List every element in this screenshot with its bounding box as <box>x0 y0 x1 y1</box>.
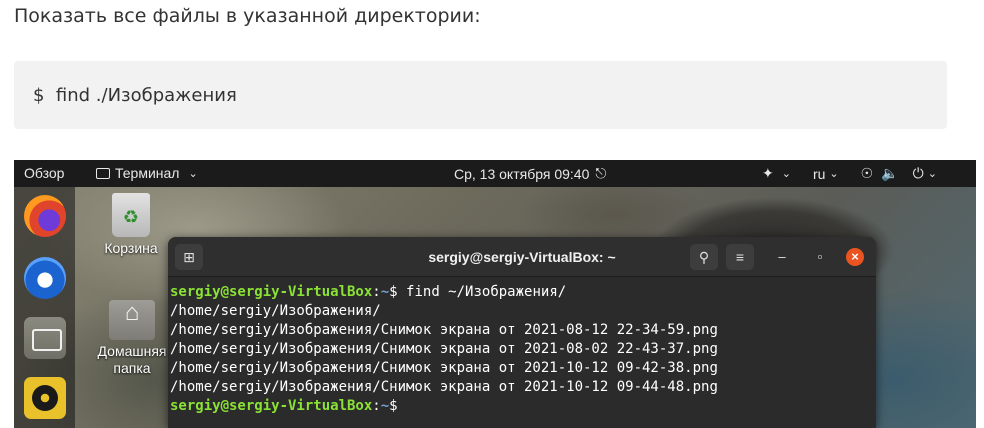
accessibility-icon[interactable]: ✦ <box>762 165 774 182</box>
clock-label: Ср, 13 октября 09:40 <box>454 165 590 182</box>
close-button[interactable]: × <box>846 248 864 266</box>
output-line: /home/sergiy/Изображения/ <box>170 303 381 319</box>
terminal-header: ⊞ sergiy@sergiy-VirtualBox: ~ ⚲ ≡ – ▫ × <box>168 237 876 277</box>
prompt-separator: : <box>372 398 381 414</box>
network-icon[interactable]: ☉ <box>861 165 874 182</box>
alarm-icon: ⎋ <box>595 165 607 181</box>
prompt-separator: : <box>372 284 381 300</box>
thunderbird-icon[interactable] <box>24 257 66 299</box>
terminal-window: ⊞ sergiy@sergiy-VirtualBox: ~ ⚲ ≡ – ▫ × … <box>168 237 876 428</box>
hamburger-icon: ≡ <box>735 249 745 265</box>
terminal-title: sergiy@sergiy-VirtualBox: ~ <box>428 249 616 265</box>
volume-icon[interactable]: 🔈 <box>881 165 898 182</box>
search-icon: ⚲ <box>698 249 710 265</box>
firefox-icon[interactable] <box>24 195 66 237</box>
trash-label: Корзина <box>104 240 158 256</box>
system-tray: ✦ ⌄ ru ⌄ ☉ 🔈 ⏻ ⌄ <box>762 165 937 182</box>
terminal-icon <box>96 167 110 179</box>
prompt-symbol: $ <box>389 398 407 414</box>
language-indicator[interactable]: ru <box>813 166 825 182</box>
clock[interactable]: Ср, 13 октября 09:40 ⎋ <box>454 165 606 182</box>
output-line: /home/sergiy/Изображения/Снимок экрана о… <box>170 341 718 357</box>
output-line: /home/sergiy/Изображения/Снимок экрана о… <box>170 322 718 338</box>
prompt-user: sergiy@sergiy-VirtualBox <box>170 398 373 414</box>
activities-button[interactable]: Обзор <box>24 165 64 181</box>
command-line: sergiy@sergiy-VirtualBox:~$ find ~/Изобр… <box>170 283 718 302</box>
maximize-button[interactable]: ▫ <box>811 248 829 266</box>
prompt-path: ~ <box>380 398 390 414</box>
power-icon[interactable]: ⏻ <box>913 165 924 182</box>
home-desktop-icon[interactable]: Домашняя папка <box>89 300 175 377</box>
top-bar: Обзор Терминал ⌄ Ср, 13 октября 09:40 ⎋ … <box>14 160 976 187</box>
screenshot: Обзор Терминал ⌄ Ср, 13 октября 09:40 ⎋ … <box>14 160 976 428</box>
output-line: /home/sergiy/Изображения/Снимок экрана о… <box>170 360 718 376</box>
prompt-line: sergiy@sergiy-VirtualBox:~$ <box>170 397 718 416</box>
prompt-path: ~ <box>380 284 390 300</box>
code-command: $ find ./Изображения <box>33 85 237 106</box>
chevron-down-icon[interactable]: ⌄ <box>782 167 791 180</box>
code-block: $ find ./Изображения <box>14 61 947 129</box>
terminal-output[interactable]: sergiy@sergiy-VirtualBox:~$ find ~/Изобр… <box>170 283 718 416</box>
home-folder-icon <box>109 300 155 340</box>
output-line: /home/sergiy/Изображения/Снимок экрана о… <box>170 379 718 395</box>
prompt-user: sergiy@sergiy-VirtualBox <box>170 284 373 300</box>
trash-desktop-icon[interactable]: Корзина <box>99 193 163 256</box>
files-icon[interactable] <box>24 317 66 359</box>
dock <box>14 187 75 428</box>
chevron-down-icon[interactable]: ⌄ <box>829 167 838 180</box>
article-intro: Показать все файлы в указанной директори… <box>14 5 481 27</box>
search-button[interactable]: ⚲ <box>690 244 718 270</box>
app-menu[interactable]: Терминал ⌄ <box>96 165 198 181</box>
home-label: Домашняя папка <box>97 343 167 376</box>
command-text: find ~/Изображения/ <box>406 284 567 300</box>
prompt-symbol: $ <box>389 284 407 300</box>
trash-icon <box>112 193 150 237</box>
minimize-button[interactable]: – <box>773 248 791 266</box>
rhythmbox-icon[interactable] <box>24 377 66 419</box>
chevron-down-icon: ⌄ <box>188 167 198 180</box>
menu-button[interactable]: ≡ <box>726 244 754 270</box>
chevron-down-icon[interactable]: ⌄ <box>928 167 937 180</box>
app-menu-label: Терминал <box>115 165 180 181</box>
